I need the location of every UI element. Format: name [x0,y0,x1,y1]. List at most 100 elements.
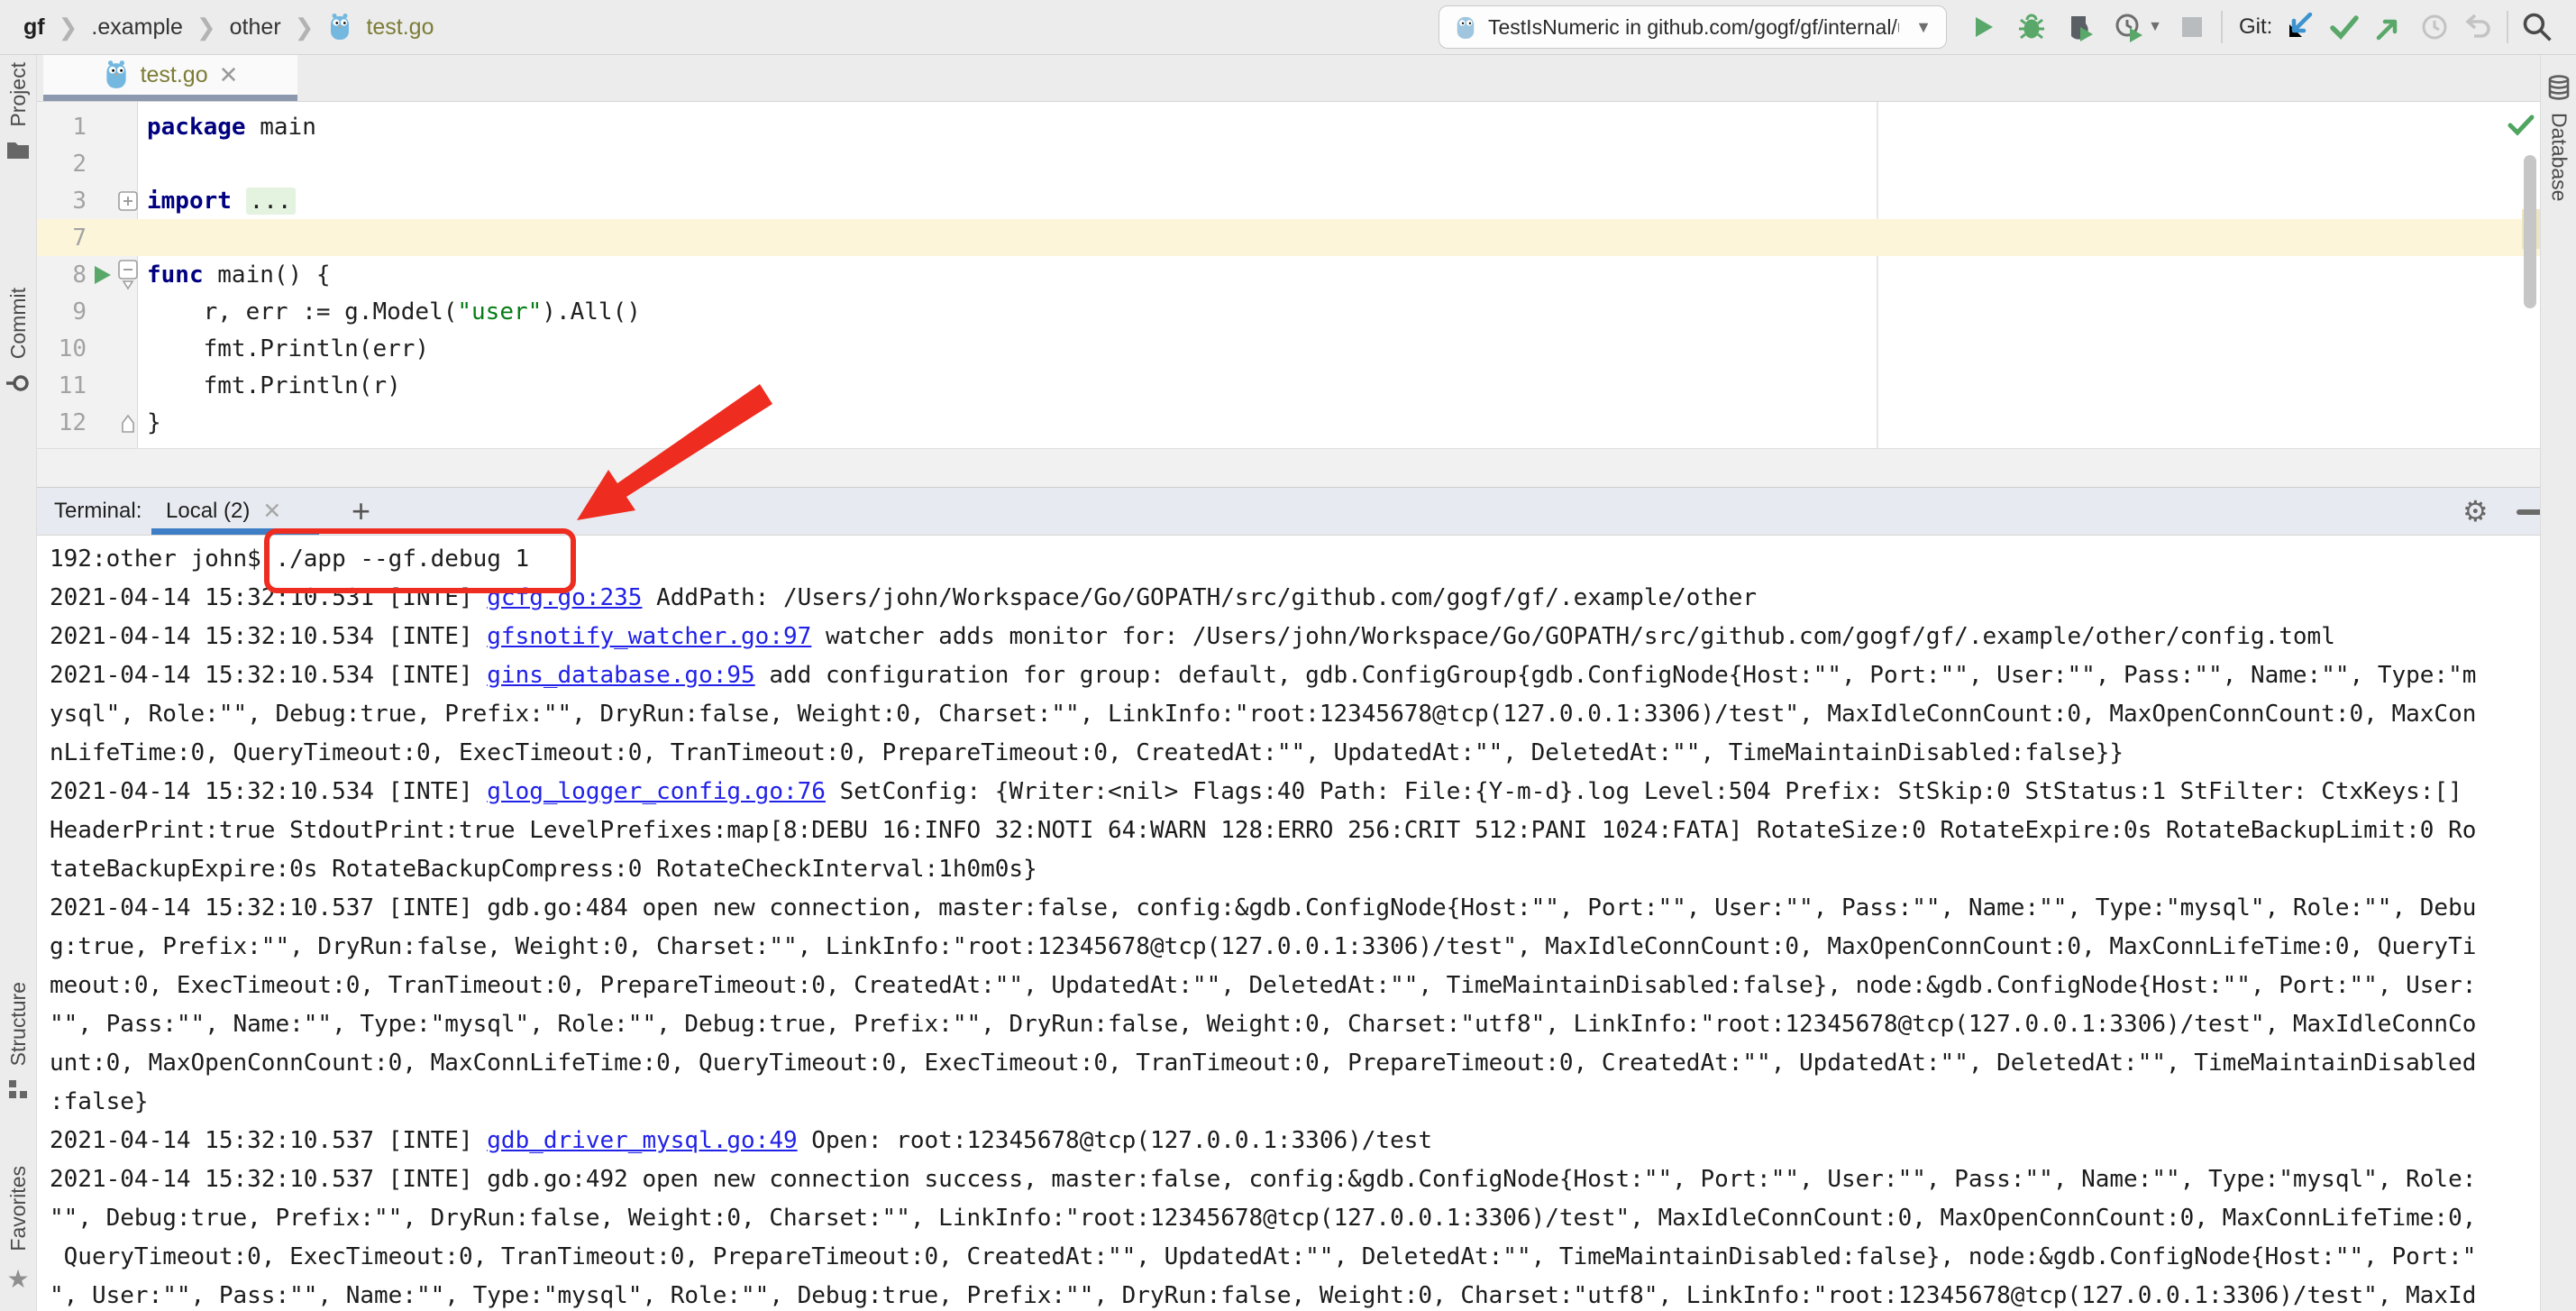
breadcrumb-project[interactable]: gf [23,14,45,41]
terminal-line: :false} [50,1082,2476,1121]
close-icon[interactable]: ✕ [262,498,281,525]
rollback-button[interactable] [2462,11,2494,43]
file-line-link[interactable]: gdb_driver_mysql.go:49 [487,1127,797,1154]
terminal-line: nLifeTime:0, QueryTimeout:0, ExecTimeout… [50,733,2476,772]
editor-tab-bar: test.go ✕ [36,55,2540,102]
run-button[interactable] [1967,11,1999,43]
tool-window-commit[interactable]: Commit [0,288,36,395]
profiler-button[interactable] [2113,11,2145,43]
profiler-dropdown-icon[interactable]: ▼ [2145,11,2165,43]
stop-button[interactable] [2176,11,2208,43]
chevron-down-icon: ▼ [1915,18,1932,37]
terminal-line: ", User:"", Pass:"", Name:"", Type:"mysq… [50,1276,2476,1311]
database-icon [2547,75,2571,100]
editor-terminal-splitter[interactable] [36,448,2540,488]
code-text: fmt.Println(r) [138,372,401,399]
code-text: r, err := g.Model("user").All() [138,298,641,325]
line-number: 2 [36,151,87,178]
line-number: 7 [36,225,87,252]
code-line: 12} [36,404,2540,441]
terminal-line: ysql", Role:"", Debug:true, Prefix:"", D… [50,694,2476,733]
terminal-line: g:true, Prefix:"", DryRun:false, Weight:… [50,927,2476,966]
gopher-file-icon [103,60,130,90]
code-text: } [138,409,161,436]
file-line-link[interactable]: gins_database.go:95 [487,662,754,689]
breadcrumb-folder-other[interactable]: other [230,14,281,41]
left-tool-stripe: Project Commit Structure Favorites ★ [0,55,37,1311]
tool-window-database[interactable]: Database [2541,75,2576,201]
line-number: 8 [36,261,87,289]
editor-scrollbar[interactable] [2524,155,2536,308]
git-history-button[interactable] [2418,11,2451,43]
line-number: 3 [36,188,87,215]
main-toolbar: gf ❯ .example ❯ other ❯ test.go TestIsNu… [0,0,2576,55]
git-update-button[interactable] [2283,11,2316,43]
file-line-link[interactable]: glog_logger_config.go:76 [487,778,826,805]
terminal-line: 2021-04-14 15:32:10.534 [INTE] gins_data… [50,656,2476,694]
git-push-button[interactable] [2373,11,2406,43]
structure-label: Structure [6,982,31,1066]
terminal-line: 2021-04-14 15:32:10.534 [INTE] gfsnotify… [50,617,2476,656]
code-line: 3 import ... [36,182,2540,219]
code-text: fmt.Println(err) [138,335,429,362]
terminal-line: QueryTimeout:0, ExecTimeout:0, TranTimeo… [50,1237,2476,1276]
favorites-label: Favorites [6,1166,31,1251]
breadcrumb: gf ❯ .example ❯ other ❯ test.go [23,0,434,54]
right-tool-stripe: Database [2540,55,2576,1311]
git-commit-button[interactable] [2328,11,2361,43]
terminal-panel-label: Terminal: [54,488,142,535]
line-number: 9 [36,298,87,325]
run-configuration-select[interactable]: TestIsNumeric in github.com/gogf/gf/inte… [1439,5,1947,49]
code-line: 8func main() { [36,256,2540,293]
breadcrumb-file[interactable]: test.go [366,14,434,41]
tab-test-go[interactable]: test.go ✕ [43,55,297,95]
commit-label: Commit [6,288,31,359]
code-line: 7 [36,219,2540,256]
fold-minus-icon[interactable] [117,260,138,290]
active-tab-underline [43,95,297,101]
terminal-line: 2021-04-14 15:32:10.534 [INTE] glog_logg… [50,772,2476,811]
terminal-line: HeaderPrint:true StdoutPrint:true LevelP… [50,811,2476,849]
star-icon: ★ [6,1264,29,1294]
chevron-right-icon: ❯ [295,14,315,41]
code-line: 2 [36,145,2540,182]
terminal-output[interactable]: 192:other john$ ./app --gf.debug 12021-0… [36,534,2540,1311]
gear-icon[interactable]: ⚙ [2462,488,2489,535]
line-number: 1 [36,114,87,141]
tool-window-favorites[interactable]: Favorites ★ [0,1166,36,1294]
terminal-lines: 192:other john$ ./app --gf.debug 12021-0… [50,539,2476,1311]
database-label: Database [2547,113,2571,201]
ide-window: gf ❯ .example ❯ other ❯ test.go TestIsNu… [0,0,2576,1311]
annotation-highlight-box [264,528,576,593]
inspections-ok-icon[interactable] [2507,114,2535,142]
terminal-line: tateBackupExpire:0s RotateBackupCompress… [50,849,2476,888]
debug-button[interactable] [2015,11,2048,43]
terminal-line: 2021-04-14 15:32:10.537 [INTE] gdb_drive… [50,1121,2476,1160]
run-line-icon[interactable] [87,263,117,287]
close-icon[interactable]: ✕ [219,61,239,89]
terminal-line: unt:0, MaxOpenConnCount:0, MaxConnLifeTi… [50,1043,2476,1082]
code-lines: 1package main23import ...78func main() {… [36,108,2540,441]
tool-window-structure[interactable]: Structure [0,982,36,1100]
folder-icon [6,140,30,160]
code-text: import ... [138,188,296,215]
terminal-line: "", Debug:true, Prefix:"", DryRun:false,… [50,1198,2476,1237]
code-line: 9 r, err := g.Model("user").All() [36,293,2540,330]
code-line: 10 fmt.Println(err) [36,330,2540,367]
terminal-line: "", Pass:"", Name:"", Type:"mysql", Role… [50,1004,2476,1043]
line-number: 10 [36,335,87,362]
run-toolbar: TestIsNumeric in github.com/gogf/gf/inte… [1439,0,2553,54]
search-everywhere-icon[interactable] [2521,11,2553,43]
fold-plus-icon[interactable] [117,191,138,211]
git-label: Git: [2239,14,2272,40]
run-with-coverage-button[interactable] [2064,11,2096,43]
fold-end-icon[interactable] [117,412,138,434]
code-editor[interactable]: 1package main23import ...78func main() {… [36,101,2540,448]
breadcrumb-folder-example[interactable]: .example [91,14,182,41]
tool-window-project[interactable]: Project [0,62,36,160]
line-number: 12 [36,409,87,436]
project-label: Project [6,62,31,127]
toolbar-separator [2507,11,2508,43]
terminal-line: 2021-04-14 15:32:10.537 [INTE] gdb.go:49… [50,1160,2476,1198]
file-line-link[interactable]: gfsnotify_watcher.go:97 [487,623,811,650]
